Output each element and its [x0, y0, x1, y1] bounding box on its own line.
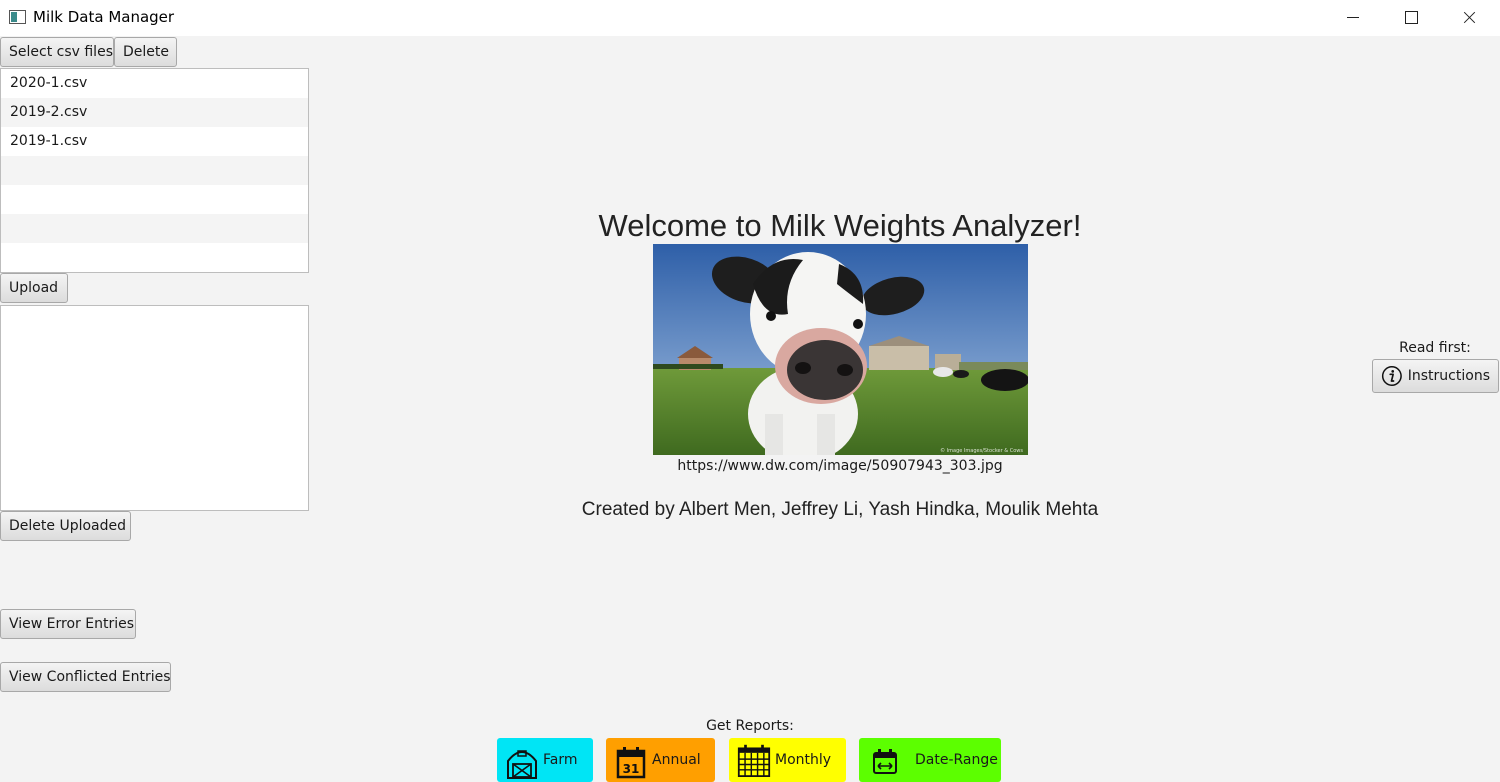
- app-icon: [9, 10, 26, 24]
- credits-text: Created by Albert Men, Jeffrey Li, Yash …: [581, 499, 1099, 520]
- delete-uploaded-button[interactable]: Delete Uploaded: [0, 511, 131, 541]
- date-range-icon: [873, 749, 897, 774]
- monthly-report-button[interactable]: Monthly: [729, 738, 846, 782]
- window-title: Milk Data Manager: [33, 8, 175, 26]
- calendar-grid-icon: [737, 744, 771, 777]
- svg-text:31: 31: [623, 762, 640, 776]
- maximize-button[interactable]: [1383, 0, 1441, 36]
- svg-text:© Image Images/Stocker & Cows: © Image Images/Stocker & Cows: [940, 447, 1023, 454]
- info-icon: [1381, 366, 1402, 386]
- cow-photo: © Image Images/Stocker & Cows: [653, 244, 1028, 455]
- farm-report-label: Farm: [543, 752, 578, 768]
- get-reports-label: Get Reports:: [706, 718, 794, 734]
- date-range-report-button[interactable]: Date-Range: [859, 738, 1001, 782]
- uploaded-files-list[interactable]: [0, 305, 309, 511]
- select-csv-files-button[interactable]: Select csv files: [0, 37, 114, 67]
- empty-list-row: [1, 185, 308, 214]
- delete-button[interactable]: Delete: [114, 37, 177, 67]
- welcome-heading: Welcome to Milk Weights Analyzer!: [598, 208, 1082, 243]
- monthly-report-label: Monthly: [775, 752, 832, 768]
- view-conflicted-entries-button[interactable]: View Conflicted Entries: [0, 662, 171, 692]
- empty-list-row: [1, 156, 308, 185]
- calendar-31-icon: 31: [616, 747, 646, 779]
- file-list[interactable]: 2020-1.csv 2019-2.csv 2019-1.csv: [0, 68, 309, 273]
- close-button[interactable]: [1441, 0, 1499, 36]
- date-range-report-label: Date-Range: [915, 752, 998, 768]
- file-list-item[interactable]: 2019-2.csv: [1, 98, 308, 127]
- farm-report-button[interactable]: Farm: [497, 738, 593, 782]
- annual-report-button[interactable]: 31 Annual: [606, 738, 715, 782]
- title-bar: Milk Data Manager: [0, 0, 1500, 36]
- file-list-item[interactable]: 2020-1.csv: [1, 69, 308, 98]
- photo-caption: https://www.dw.com/image/50907943_303.jp…: [677, 458, 1003, 474]
- instructions-label: Instructions: [1407, 368, 1490, 384]
- upload-button[interactable]: Upload: [0, 273, 68, 303]
- empty-list-row: [1, 214, 308, 243]
- empty-list-row: [1, 243, 308, 272]
- file-list-item[interactable]: 2019-1.csv: [1, 127, 308, 156]
- view-error-entries-button[interactable]: View Error Entries: [0, 609, 136, 639]
- read-first-label: Read first:: [1399, 340, 1471, 356]
- barn-icon: [507, 750, 537, 779]
- instructions-button[interactable]: Instructions: [1372, 359, 1499, 393]
- minimize-button[interactable]: [1325, 0, 1383, 36]
- annual-report-label: Annual: [652, 752, 701, 768]
